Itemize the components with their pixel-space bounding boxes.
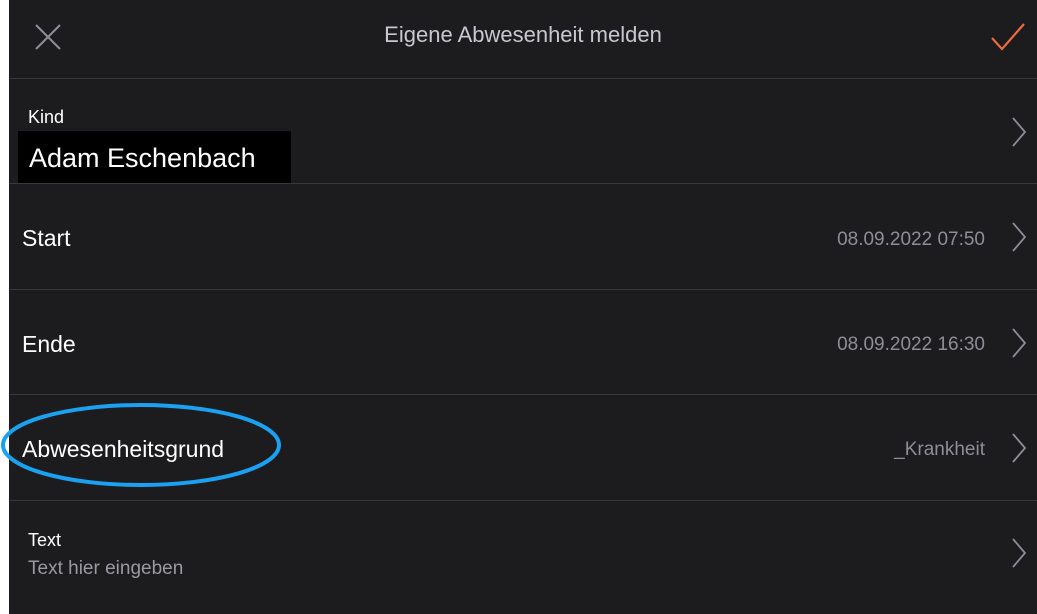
done-button[interactable] [989, 20, 1027, 54]
abwesenheitsgrund-label: Abwesenheitsgrund [22, 436, 225, 462]
chevron-right-icon [1012, 433, 1027, 463]
checkmark-icon [991, 23, 1025, 51]
navigation-bar: Eigene Abwesenheit melden [9, 0, 1037, 78]
start-label: Start [22, 225, 71, 251]
ende-value: 08.09.2022 16:30 [837, 334, 985, 355]
kind-value: Adam Eschenbach [29, 143, 256, 173]
text-input-placeholder: Text hier eingeben [28, 558, 184, 579]
text-label: Text [28, 530, 62, 550]
start-value: 08.09.2022 07:50 [837, 229, 985, 250]
page-title: Eigene Abwesenheit melden [384, 22, 662, 47]
kind-label: Kind [28, 107, 65, 127]
chevron-right-icon [1012, 538, 1027, 568]
absence-form-screen: Eigene Abwesenheit melden Kind Adam Esch… [9, 0, 1037, 614]
chevron-right-icon [1012, 222, 1027, 252]
chevron-right-icon [1012, 328, 1027, 358]
chevron-right-icon [1012, 117, 1027, 147]
abwesenheitsgrund-value: _Krankheit [894, 439, 985, 460]
ende-label: Ende [22, 331, 76, 357]
